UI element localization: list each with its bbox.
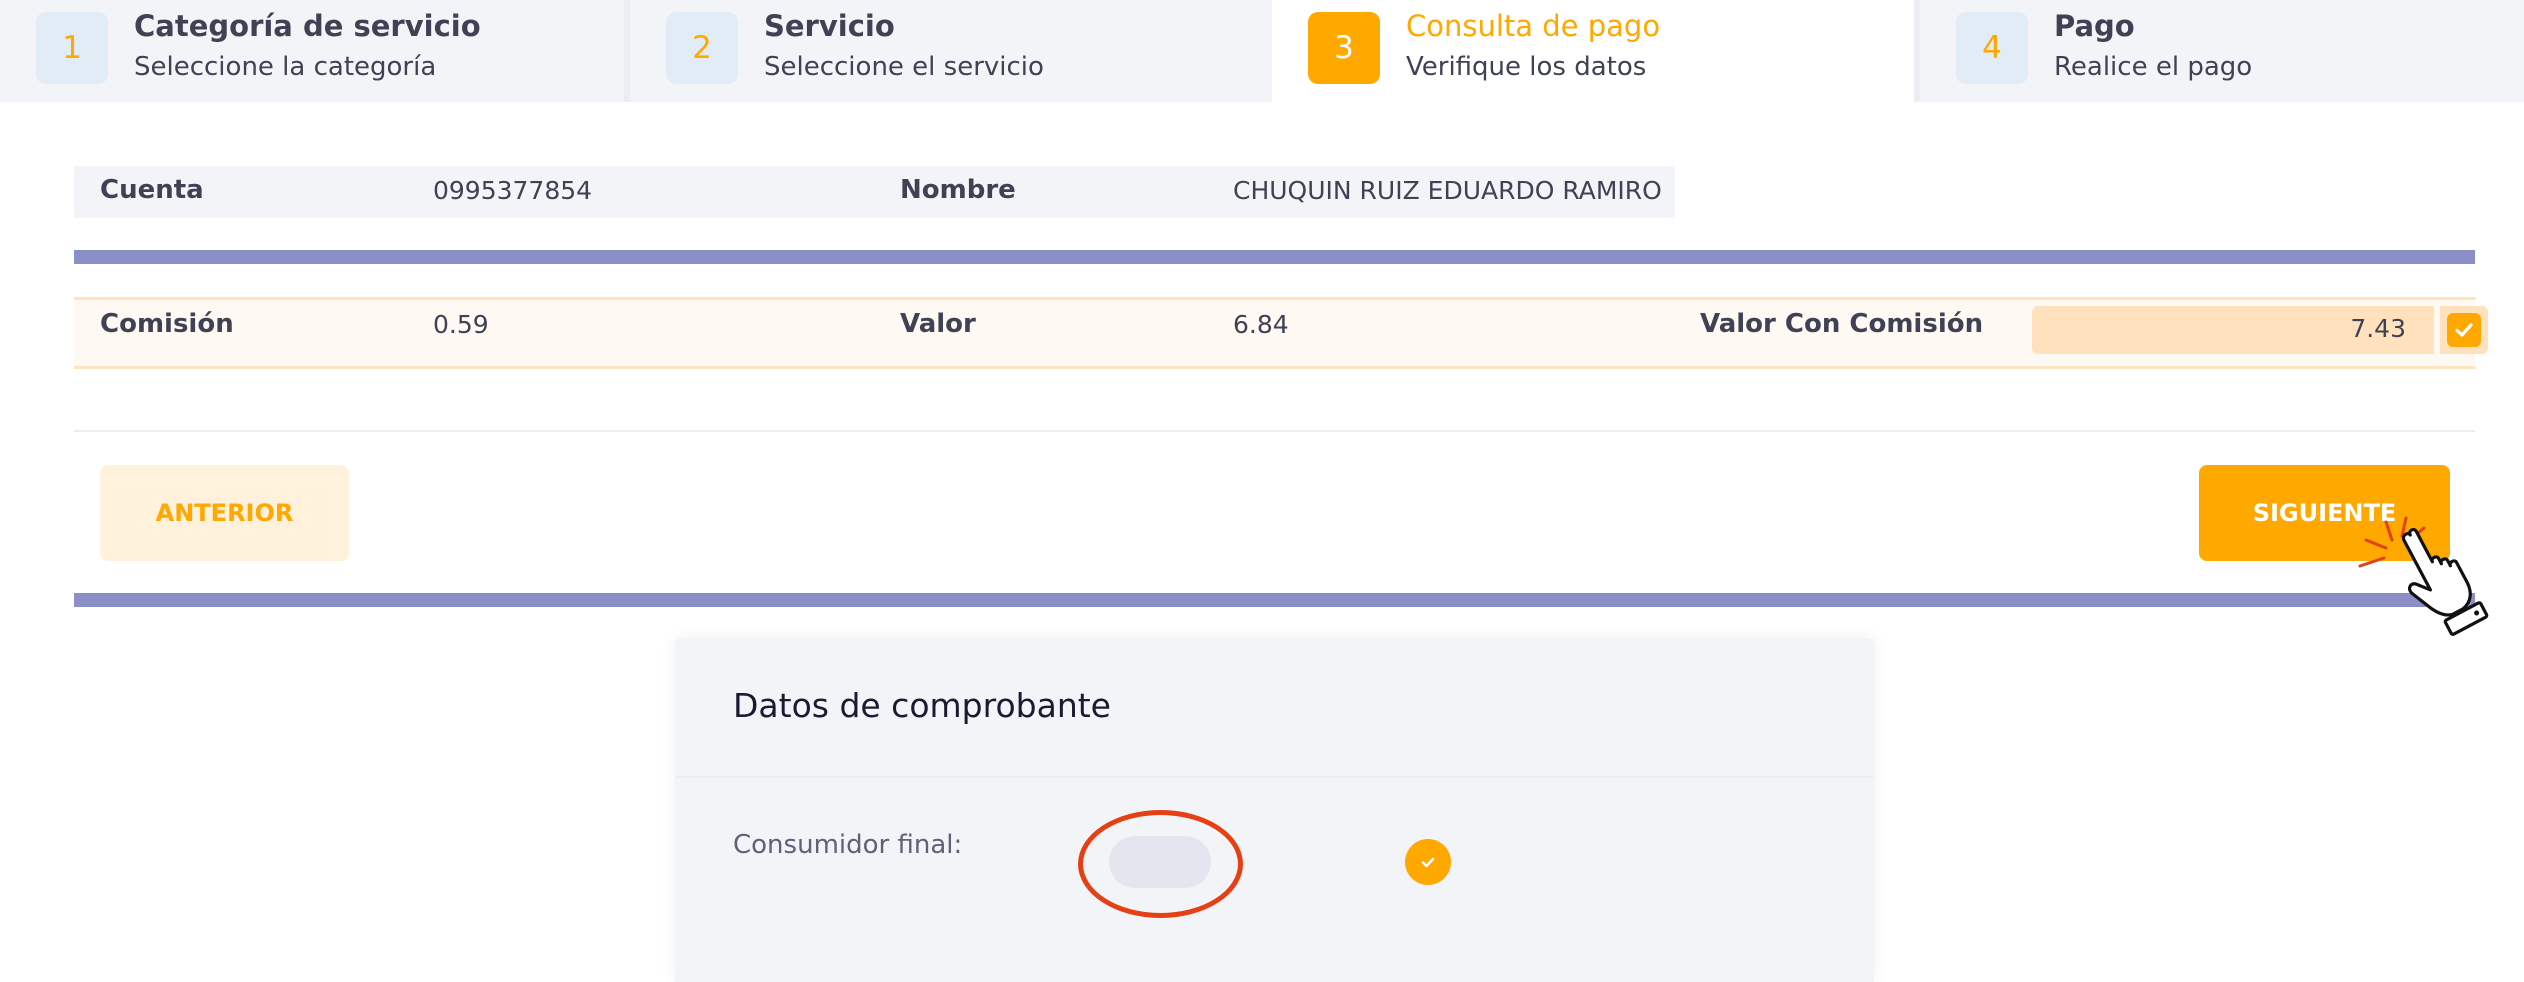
consumidor-final-label: Consumidor final: bbox=[733, 830, 963, 860]
highlight-ring bbox=[1078, 810, 1243, 918]
step-category[interactable]: 1 Categoría de servicio Seleccione la ca… bbox=[0, 0, 624, 102]
valor-value: 6.84 bbox=[1233, 310, 1289, 339]
step-subtitle: Verifique los datos bbox=[1406, 52, 1647, 82]
receipt-card: Datos de comprobante Consumidor final: bbox=[675, 638, 1874, 982]
previous-button[interactable]: ANTERIOR bbox=[100, 465, 349, 561]
comision-value: 0.59 bbox=[433, 310, 489, 339]
divider bbox=[74, 430, 2475, 432]
step-number: 2 bbox=[666, 12, 738, 84]
step-number: 4 bbox=[1956, 12, 2028, 84]
nombre-label: Nombre bbox=[900, 175, 1016, 205]
total-value: 7.43 bbox=[2350, 314, 2406, 343]
step-service[interactable]: 2 Servicio Seleccione el servicio bbox=[630, 0, 1272, 102]
step-subtitle: Seleccione el servicio bbox=[764, 52, 1044, 82]
nombre-value: CHUQUIN RUIZ EDUARDO RAMIRO bbox=[1233, 176, 1662, 205]
section-separator bbox=[74, 593, 2475, 607]
step-payment-query[interactable]: 3 Consulta de pago Verifique los datos bbox=[1272, 0, 1914, 102]
wizard-stepper: 1 Categoría de servicio Seleccione la ca… bbox=[0, 0, 2524, 102]
step-title: Consulta de pago bbox=[1406, 9, 1661, 43]
step-title: Servicio bbox=[764, 9, 895, 43]
step-subtitle: Seleccione la categoría bbox=[134, 52, 437, 82]
card-title: Datos de comprobante bbox=[733, 686, 1111, 725]
comision-label: Comisión bbox=[100, 309, 234, 339]
step-payment[interactable]: 4 Pago Realice el pago bbox=[1920, 0, 2524, 102]
cuenta-value: 0995377854 bbox=[433, 176, 593, 205]
step-subtitle: Realice el pago bbox=[2054, 52, 2253, 82]
cuenta-label: Cuenta bbox=[100, 175, 204, 205]
step-title: Categoría de servicio bbox=[134, 9, 481, 43]
section-separator bbox=[74, 250, 2475, 264]
valor-label: Valor bbox=[900, 309, 976, 339]
total-checkbox[interactable] bbox=[2440, 306, 2488, 354]
total-value-field: 7.43 bbox=[2032, 306, 2434, 354]
check-icon bbox=[2447, 313, 2481, 347]
step-title: Pago bbox=[2054, 9, 2135, 43]
total-label: Valor Con Comisión bbox=[1700, 309, 1984, 339]
hand-pointer-icon bbox=[2358, 516, 2489, 636]
step-number: 1 bbox=[36, 12, 108, 84]
check-icon bbox=[1405, 839, 1451, 885]
step-number: 3 bbox=[1308, 12, 1380, 84]
card-header: Datos de comprobante bbox=[675, 638, 1874, 778]
